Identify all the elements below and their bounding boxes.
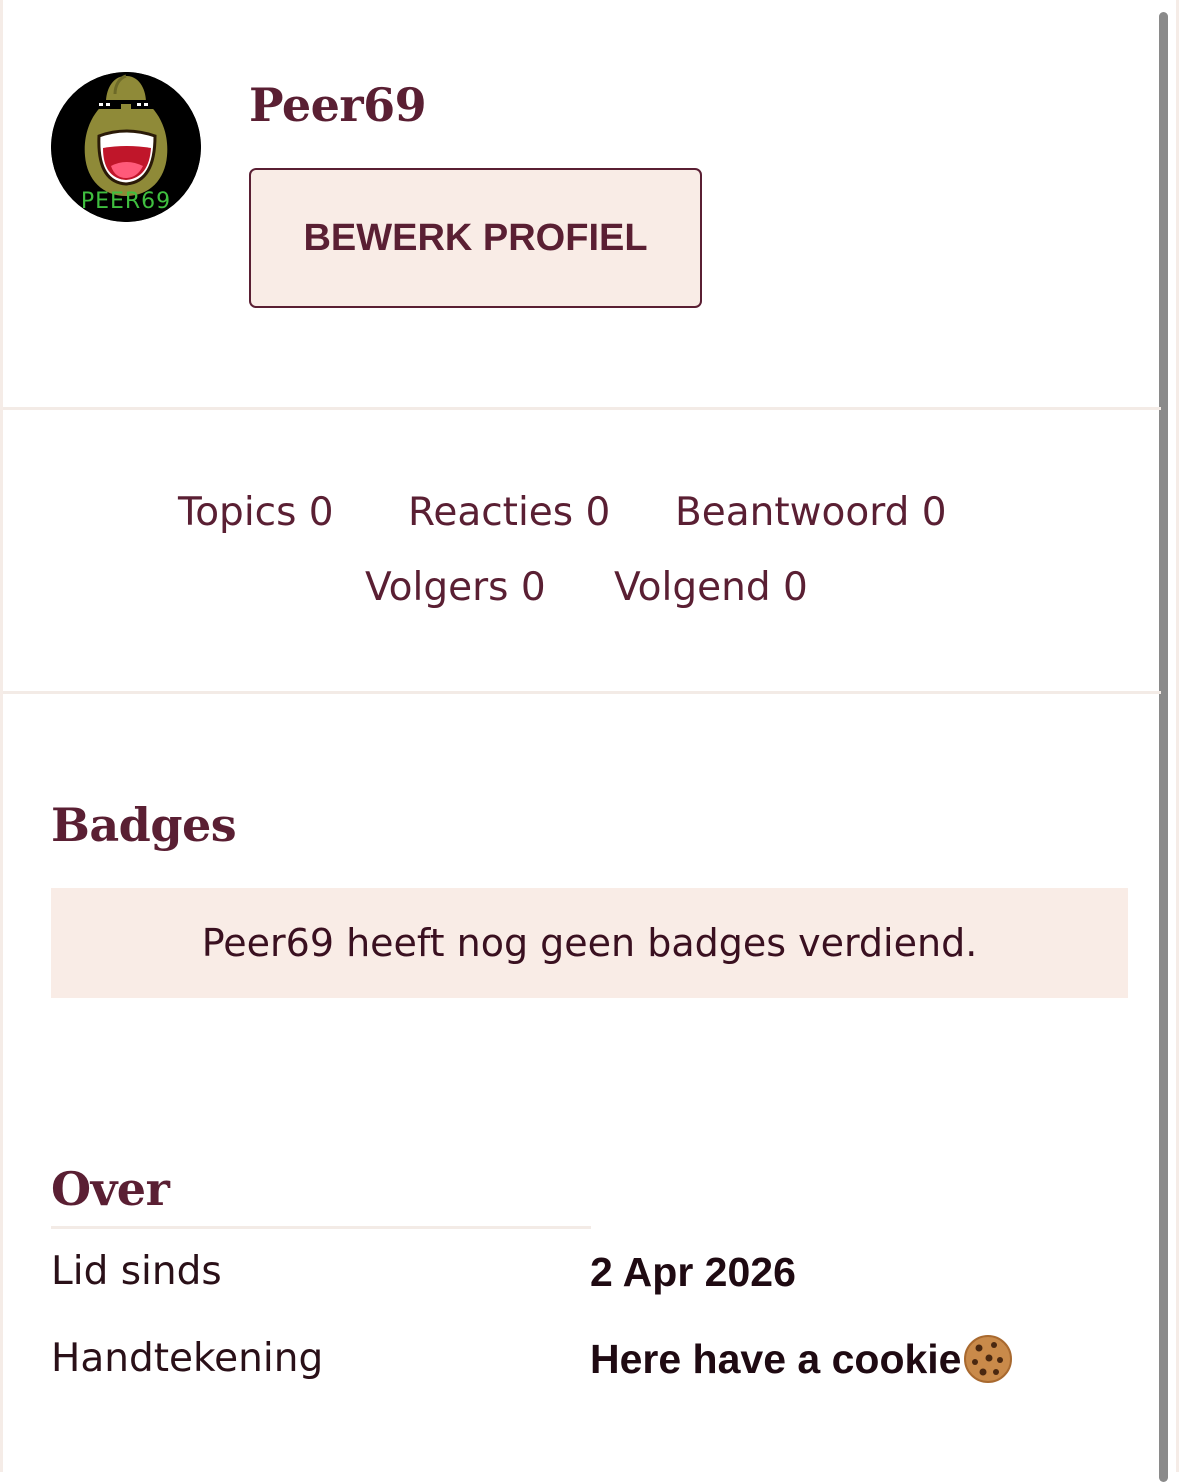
badges-empty-message: Peer69 heeft nog geen badges verdiend. — [201, 921, 978, 965]
stat-beantwoord[interactable]: Beantwoord 0 — [675, 488, 947, 538]
signature-label: Handtekening — [51, 1336, 324, 1381]
avatar[interactable]: PEER69 — [51, 72, 201, 222]
badges-title: Badges — [51, 798, 237, 852]
member-since-value: 2 Apr 2026 — [590, 1247, 796, 1297]
edit-profile-button[interactable]: BEWERK PROFIEL — [249, 168, 702, 308]
stat-volgend[interactable]: Volgend 0 — [614, 563, 808, 613]
avatar-text: PEER69 — [81, 189, 171, 214]
stats-divider — [3, 691, 1161, 694]
signature-value: Here have a cookie — [590, 1334, 1013, 1384]
header-divider — [3, 407, 1161, 410]
signature-text: Here have a cookie — [590, 1336, 962, 1382]
badges-empty-panel: Peer69 heeft nog geen badges verdiend. — [51, 888, 1128, 998]
member-since-date: 2 Apr 2026 — [590, 1249, 796, 1295]
over-divider — [51, 1226, 591, 1229]
stat-reacties[interactable]: Reacties 0 — [408, 488, 610, 538]
member-since-label: Lid sinds — [51, 1249, 222, 1294]
scrollbar[interactable] — [1159, 12, 1168, 1482]
over-title: Over — [51, 1162, 170, 1216]
cookie-icon — [963, 1334, 1013, 1384]
profile-username: Peer69 — [249, 78, 427, 132]
stat-volgers[interactable]: Volgers 0 — [365, 563, 546, 613]
stat-topics[interactable]: Topics 0 — [178, 488, 334, 538]
page-left-border — [0, 0, 3, 1472]
